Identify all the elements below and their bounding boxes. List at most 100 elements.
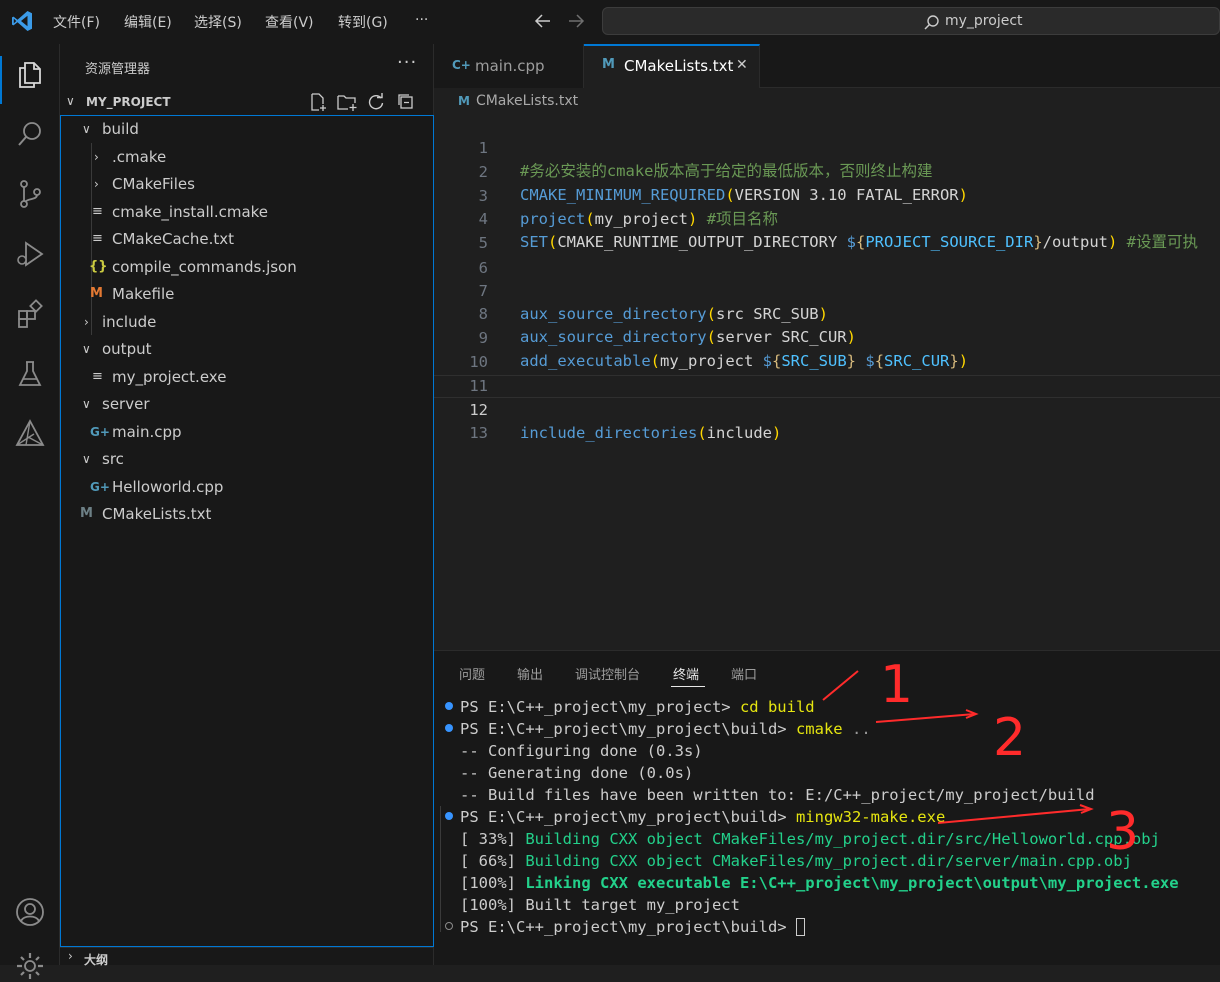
cmake-icon[interactable]	[14, 418, 46, 450]
extensions-icon[interactable]	[14, 298, 46, 330]
tree-item-cmakefiles[interactable]: › CMakeFiles	[60, 173, 434, 195]
run-debug-icon[interactable]	[14, 238, 46, 270]
code-line[interactable]: 2 CMAKE_MINIMUM_REQUIRED(VERSION 3.10 FA…	[434, 138, 1220, 204]
tree-item-compile-commands[interactable]: {} compile_commands.json	[60, 256, 434, 278]
tree-item-main-cpp[interactable]: G+ main.cpp	[60, 421, 434, 443]
more-actions-button[interactable]: ···	[397, 52, 417, 73]
command-decoration-icon[interactable]	[445, 812, 453, 820]
annotation-number-2: 2	[993, 708, 1027, 768]
active-tab-underline	[671, 686, 705, 687]
tree-item-src[interactable]: ∨ src	[60, 448, 434, 470]
command-decoration-icon[interactable]	[445, 724, 453, 732]
tree-item-include[interactable]: › include	[60, 311, 434, 333]
code-line[interactable]: 5	[434, 209, 1220, 252]
terminal-cursor	[795, 918, 805, 936]
tree-item-helloworld-cpp[interactable]: G+ Helloworld.cpp	[60, 476, 434, 498]
project-folder-header[interactable]: MY_PROJECT	[86, 95, 171, 109]
source-control-icon[interactable]	[14, 178, 46, 210]
command-decoration-icon[interactable]	[445, 922, 453, 930]
terminal-prompt: PS E:\C++_project\my_project>	[460, 698, 731, 716]
close-icon[interactable]: ✕	[736, 57, 748, 73]
search-icon[interactable]	[14, 118, 46, 150]
testing-flask-icon[interactable]	[14, 358, 46, 390]
back-arrow-icon[interactable]	[534, 12, 552, 30]
tree-item-dot-cmake[interactable]: › .cmake	[60, 146, 434, 168]
tree-item-cmake-install[interactable]: ≡ cmake_install.cmake	[60, 201, 434, 223]
tree-item-label: build	[102, 120, 139, 138]
chevron-down-icon: ∨	[82, 342, 91, 356]
code-line[interactable]: 10	[434, 328, 1220, 371]
code-line[interactable]: 13	[434, 399, 1220, 442]
terminal-line: -- Generating done (0.0s)	[460, 764, 694, 782]
code-line[interactable]: 1 #务必安装的cmake版本高于给定的最低版本，否则终止构建	[434, 114, 1220, 180]
terminal-line: PS E:\C++_project\my_project> cd build	[460, 696, 815, 718]
chevron-right-icon: ›	[94, 177, 99, 191]
terminal-command-gutter	[440, 806, 441, 932]
tree-item-label: CMakeLists.txt	[102, 505, 212, 523]
menu-file[interactable]: 文件(F)	[53, 12, 100, 32]
terminal-line: [ 33%] Building CXX object CMakeFiles/my…	[460, 828, 1160, 850]
chevron-down-icon[interactable]: ∨	[66, 94, 75, 108]
code-keyword: include_directories	[520, 424, 698, 442]
tree-item-server[interactable]: ∨ server	[60, 393, 434, 415]
tab-cmakelists[interactable]: M CMakeLists.txt ✕	[584, 44, 760, 88]
chevron-down-icon: ∨	[82, 122, 91, 136]
code-line-current[interactable]: 12 include_directories(include)	[434, 375, 1220, 442]
code-line[interactable]: 9 add_executable(my_project ${SRC_SUB} $…	[434, 304, 1220, 370]
tab-main-cpp[interactable]: C+ main.cpp	[434, 44, 584, 88]
cpp-file-icon: G+	[90, 480, 110, 494]
collapse-all-icon[interactable]	[396, 92, 416, 112]
tree-item-label: CMakeFiles	[112, 175, 195, 193]
tree-item-label: CMakeCache.txt	[112, 230, 235, 248]
annotation-number-3: 3	[1106, 802, 1140, 862]
command-center-search[interactable]: my_project	[602, 7, 1220, 35]
terminal-input-line[interactable]: PS E:\C++_project\my_project\build>	[460, 916, 805, 938]
code-line[interactable]: 7 aux_source_directory(src SRC_SUB)	[434, 257, 1220, 323]
code-line[interactable]: 4 SET(CMAKE_RUNTIME_OUTPUT_DIRECTORY ${P…	[434, 185, 1220, 251]
menu-more[interactable]: ···	[415, 12, 428, 28]
tree-item-label: my_project.exe	[112, 368, 227, 386]
tree-item-cmakecache[interactable]: ≡ CMakeCache.txt	[60, 228, 434, 250]
panel-tab-debug-console[interactable]: 调试控制台	[575, 664, 640, 683]
cpp-file-icon: C+	[452, 58, 471, 72]
panel-tab-output[interactable]: 输出	[517, 664, 543, 683]
menu-go[interactable]: 转到(G)	[338, 12, 388, 32]
annotation-number-1: 1	[880, 655, 914, 715]
forward-arrow-icon[interactable]	[567, 12, 585, 30]
tree-item-label: main.cpp	[112, 423, 182, 441]
activity-bar	[0, 44, 60, 979]
build-message: Building CXX object CMakeFiles/my_projec…	[525, 830, 1160, 848]
explorer-icon[interactable]	[14, 58, 46, 90]
json-braces-icon: {}	[89, 259, 108, 274]
code-line[interactable]: 8 aux_source_directory(server SRC_CUR)	[434, 280, 1220, 346]
settings-gear-icon[interactable]	[14, 950, 46, 982]
new-file-icon[interactable]	[308, 92, 328, 112]
refresh-icon[interactable]	[366, 92, 386, 112]
code-line[interactable]: 11	[434, 352, 1220, 395]
panel-tab-terminal[interactable]: 终端	[673, 664, 699, 683]
tree-item-my-project-exe[interactable]: ≡ my_project.exe	[60, 366, 434, 388]
tree-item-label: Helloworld.cpp	[112, 478, 224, 496]
outline-section-header[interactable]: › 大纲	[60, 947, 434, 967]
panel-tab-ports[interactable]: 端口	[731, 664, 757, 683]
tree-item-makefile[interactable]: M Makefile	[60, 283, 434, 305]
tree-item-cmakelists[interactable]: M CMakeLists.txt	[60, 503, 434, 525]
tree-item-label: src	[102, 450, 124, 468]
new-folder-icon[interactable]	[336, 92, 358, 112]
account-icon[interactable]	[14, 896, 46, 928]
terminal-line: -- Configuring done (0.3s)	[460, 742, 703, 760]
panel-tab-problems[interactable]: 问题	[459, 664, 485, 683]
terminal-prompt: PS E:\C++_project\my_project\build>	[460, 918, 787, 936]
vscode-logo-icon	[12, 11, 32, 31]
tree-item-output[interactable]: ∨ output	[60, 338, 434, 360]
command-decoration-icon[interactable]	[445, 702, 453, 710]
menu-edit[interactable]: 编辑(E)	[124, 12, 172, 32]
menu-view[interactable]: 查看(V)	[265, 12, 314, 32]
menu-selection[interactable]: 选择(S)	[194, 12, 242, 32]
build-percent: [ 33%]	[460, 830, 516, 848]
code-line[interactable]: 6	[434, 234, 1220, 277]
file-lines-icon: ≡	[92, 204, 103, 219]
code-line[interactable]: 3 project(my_project) #项目名称	[434, 162, 1220, 228]
breadcrumb[interactable]: M CMakeLists.txt	[458, 93, 578, 109]
tree-item-build[interactable]: ∨ build	[60, 118, 434, 140]
